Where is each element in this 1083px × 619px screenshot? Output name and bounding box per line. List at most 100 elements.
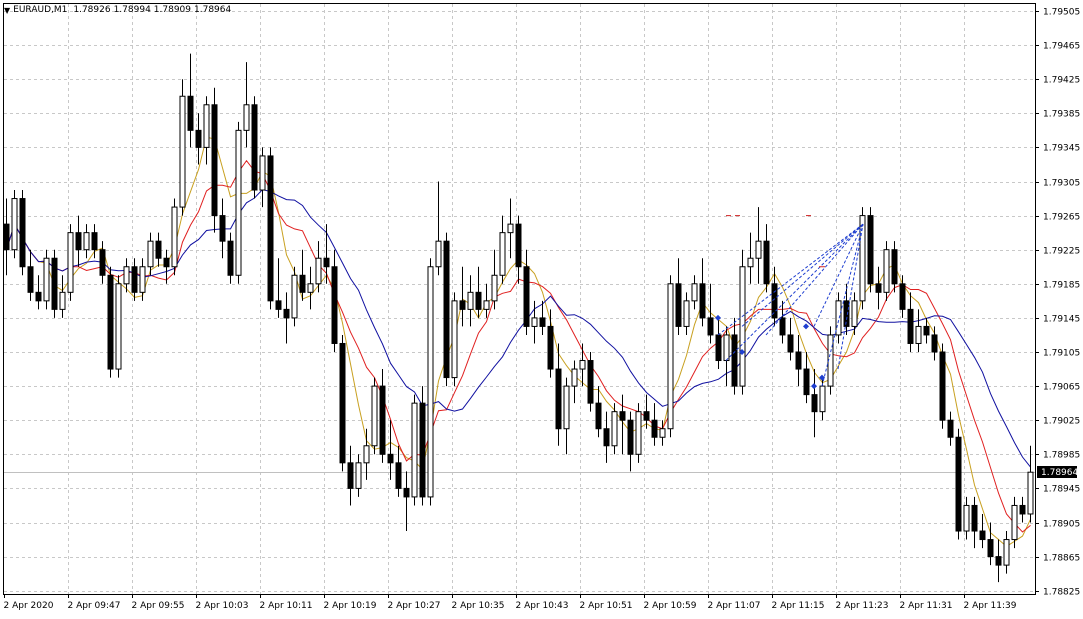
candle[interactable] (1003, 531, 1010, 574)
candle[interactable] (515, 215, 522, 284)
candle[interactable] (611, 403, 618, 455)
candle[interactable] (555, 343, 562, 446)
candle[interactable] (331, 249, 338, 352)
candle[interactable] (339, 334, 346, 472)
candle[interactable] (43, 249, 50, 310)
candle[interactable] (179, 79, 186, 216)
candle[interactable] (851, 292, 858, 335)
candle[interactable] (27, 249, 34, 301)
candle[interactable] (523, 249, 530, 335)
candle[interactable] (83, 224, 90, 259)
candle[interactable] (11, 190, 18, 259)
candle[interactable] (139, 258, 146, 301)
candle[interactable] (635, 403, 642, 463)
candle[interactable] (251, 96, 258, 199)
chart-menu-caret-icon[interactable]: ▼ (4, 6, 10, 15)
candle[interactable] (403, 471, 410, 532)
candle[interactable] (291, 266, 298, 327)
candle[interactable] (379, 369, 386, 463)
candle[interactable] (667, 275, 674, 438)
candle[interactable] (859, 207, 866, 310)
candle[interactable] (35, 275, 42, 310)
candle[interactable] (747, 232, 754, 284)
candle[interactable] (219, 198, 226, 259)
candle[interactable] (435, 181, 442, 276)
candle[interactable] (563, 377, 570, 455)
candle[interactable] (491, 249, 498, 310)
candle[interactable] (275, 258, 282, 318)
candle[interactable] (643, 394, 650, 429)
candle[interactable] (715, 317, 722, 370)
signal-marker-icon[interactable] (715, 314, 721, 321)
signal-marker-icon[interactable] (811, 383, 817, 390)
candle[interactable] (395, 445, 402, 497)
candle[interactable] (571, 360, 578, 404)
candle[interactable] (971, 496, 978, 549)
candle[interactable] (427, 258, 434, 506)
candle[interactable] (723, 326, 730, 387)
candle[interactable] (1027, 445, 1034, 523)
candle[interactable] (763, 224, 770, 293)
candle[interactable] (507, 198, 514, 259)
candle[interactable] (1019, 496, 1026, 523)
candle[interactable] (995, 539, 1002, 583)
candle[interactable] (547, 309, 554, 378)
candle[interactable] (171, 198, 178, 276)
candle[interactable] (203, 96, 210, 165)
candle[interactable] (787, 317, 794, 361)
candle[interactable] (907, 292, 914, 352)
candle[interactable] (939, 343, 946, 429)
candle[interactable] (75, 215, 82, 267)
candle[interactable] (155, 232, 162, 267)
price-axis[interactable]: 1.79505 1.79465 1.79425 1.79385 1.79345 1.793… (1035, 8, 1080, 598)
fan-line[interactable] (725, 223, 864, 361)
candle[interactable] (99, 241, 106, 284)
candle[interactable] (19, 190, 26, 276)
candle[interactable] (67, 224, 74, 301)
candle[interactable] (651, 403, 658, 446)
candle[interactable] (227, 232, 234, 284)
candle[interactable] (779, 300, 786, 344)
candle[interactable] (307, 266, 314, 310)
candle[interactable] (51, 249, 58, 318)
candle[interactable] (419, 386, 426, 506)
candle[interactable] (483, 283, 490, 318)
candle[interactable] (499, 215, 506, 284)
candle[interactable] (683, 292, 690, 335)
candle[interactable] (699, 258, 706, 327)
candle[interactable] (371, 377, 378, 455)
candle[interactable] (803, 352, 810, 404)
candle[interactable] (755, 207, 762, 284)
candle[interactable] (627, 411, 634, 472)
candle[interactable] (955, 428, 962, 540)
candle[interactable] (603, 411, 610, 463)
candle[interactable] (579, 343, 586, 387)
candle[interactable] (59, 275, 66, 318)
candle[interactable] (3, 198, 10, 276)
candle[interactable] (115, 275, 122, 378)
candle[interactable] (411, 394, 418, 506)
chart-window[interactable]: 1.79505 1.79465 1.79425 1.79385 1.79345 1.793… (0, 0, 1083, 619)
candle[interactable] (979, 513, 986, 549)
candle[interactable] (243, 62, 250, 148)
price-chart[interactable]: 1.79505 1.79465 1.79425 1.79385 1.79345 1.793… (0, 0, 1083, 619)
signal-marker-icon[interactable] (803, 323, 809, 330)
candle[interactable] (267, 147, 274, 310)
candle[interactable] (795, 334, 802, 387)
candle[interactable] (187, 53, 194, 148)
candle[interactable] (211, 87, 218, 233)
candle[interactable] (107, 266, 114, 378)
candle[interactable] (355, 454, 362, 497)
candle[interactable] (931, 326, 938, 361)
candle[interactable] (875, 266, 882, 310)
candle[interactable] (475, 266, 482, 318)
candle[interactable] (443, 232, 450, 387)
candle[interactable] (811, 369, 818, 438)
candle[interactable] (235, 121, 242, 284)
candle[interactable] (675, 258, 682, 335)
candle[interactable] (739, 249, 746, 395)
candle[interactable] (451, 292, 458, 387)
candle[interactable] (539, 300, 546, 335)
candle[interactable] (691, 275, 698, 310)
candle[interactable] (731, 317, 738, 395)
